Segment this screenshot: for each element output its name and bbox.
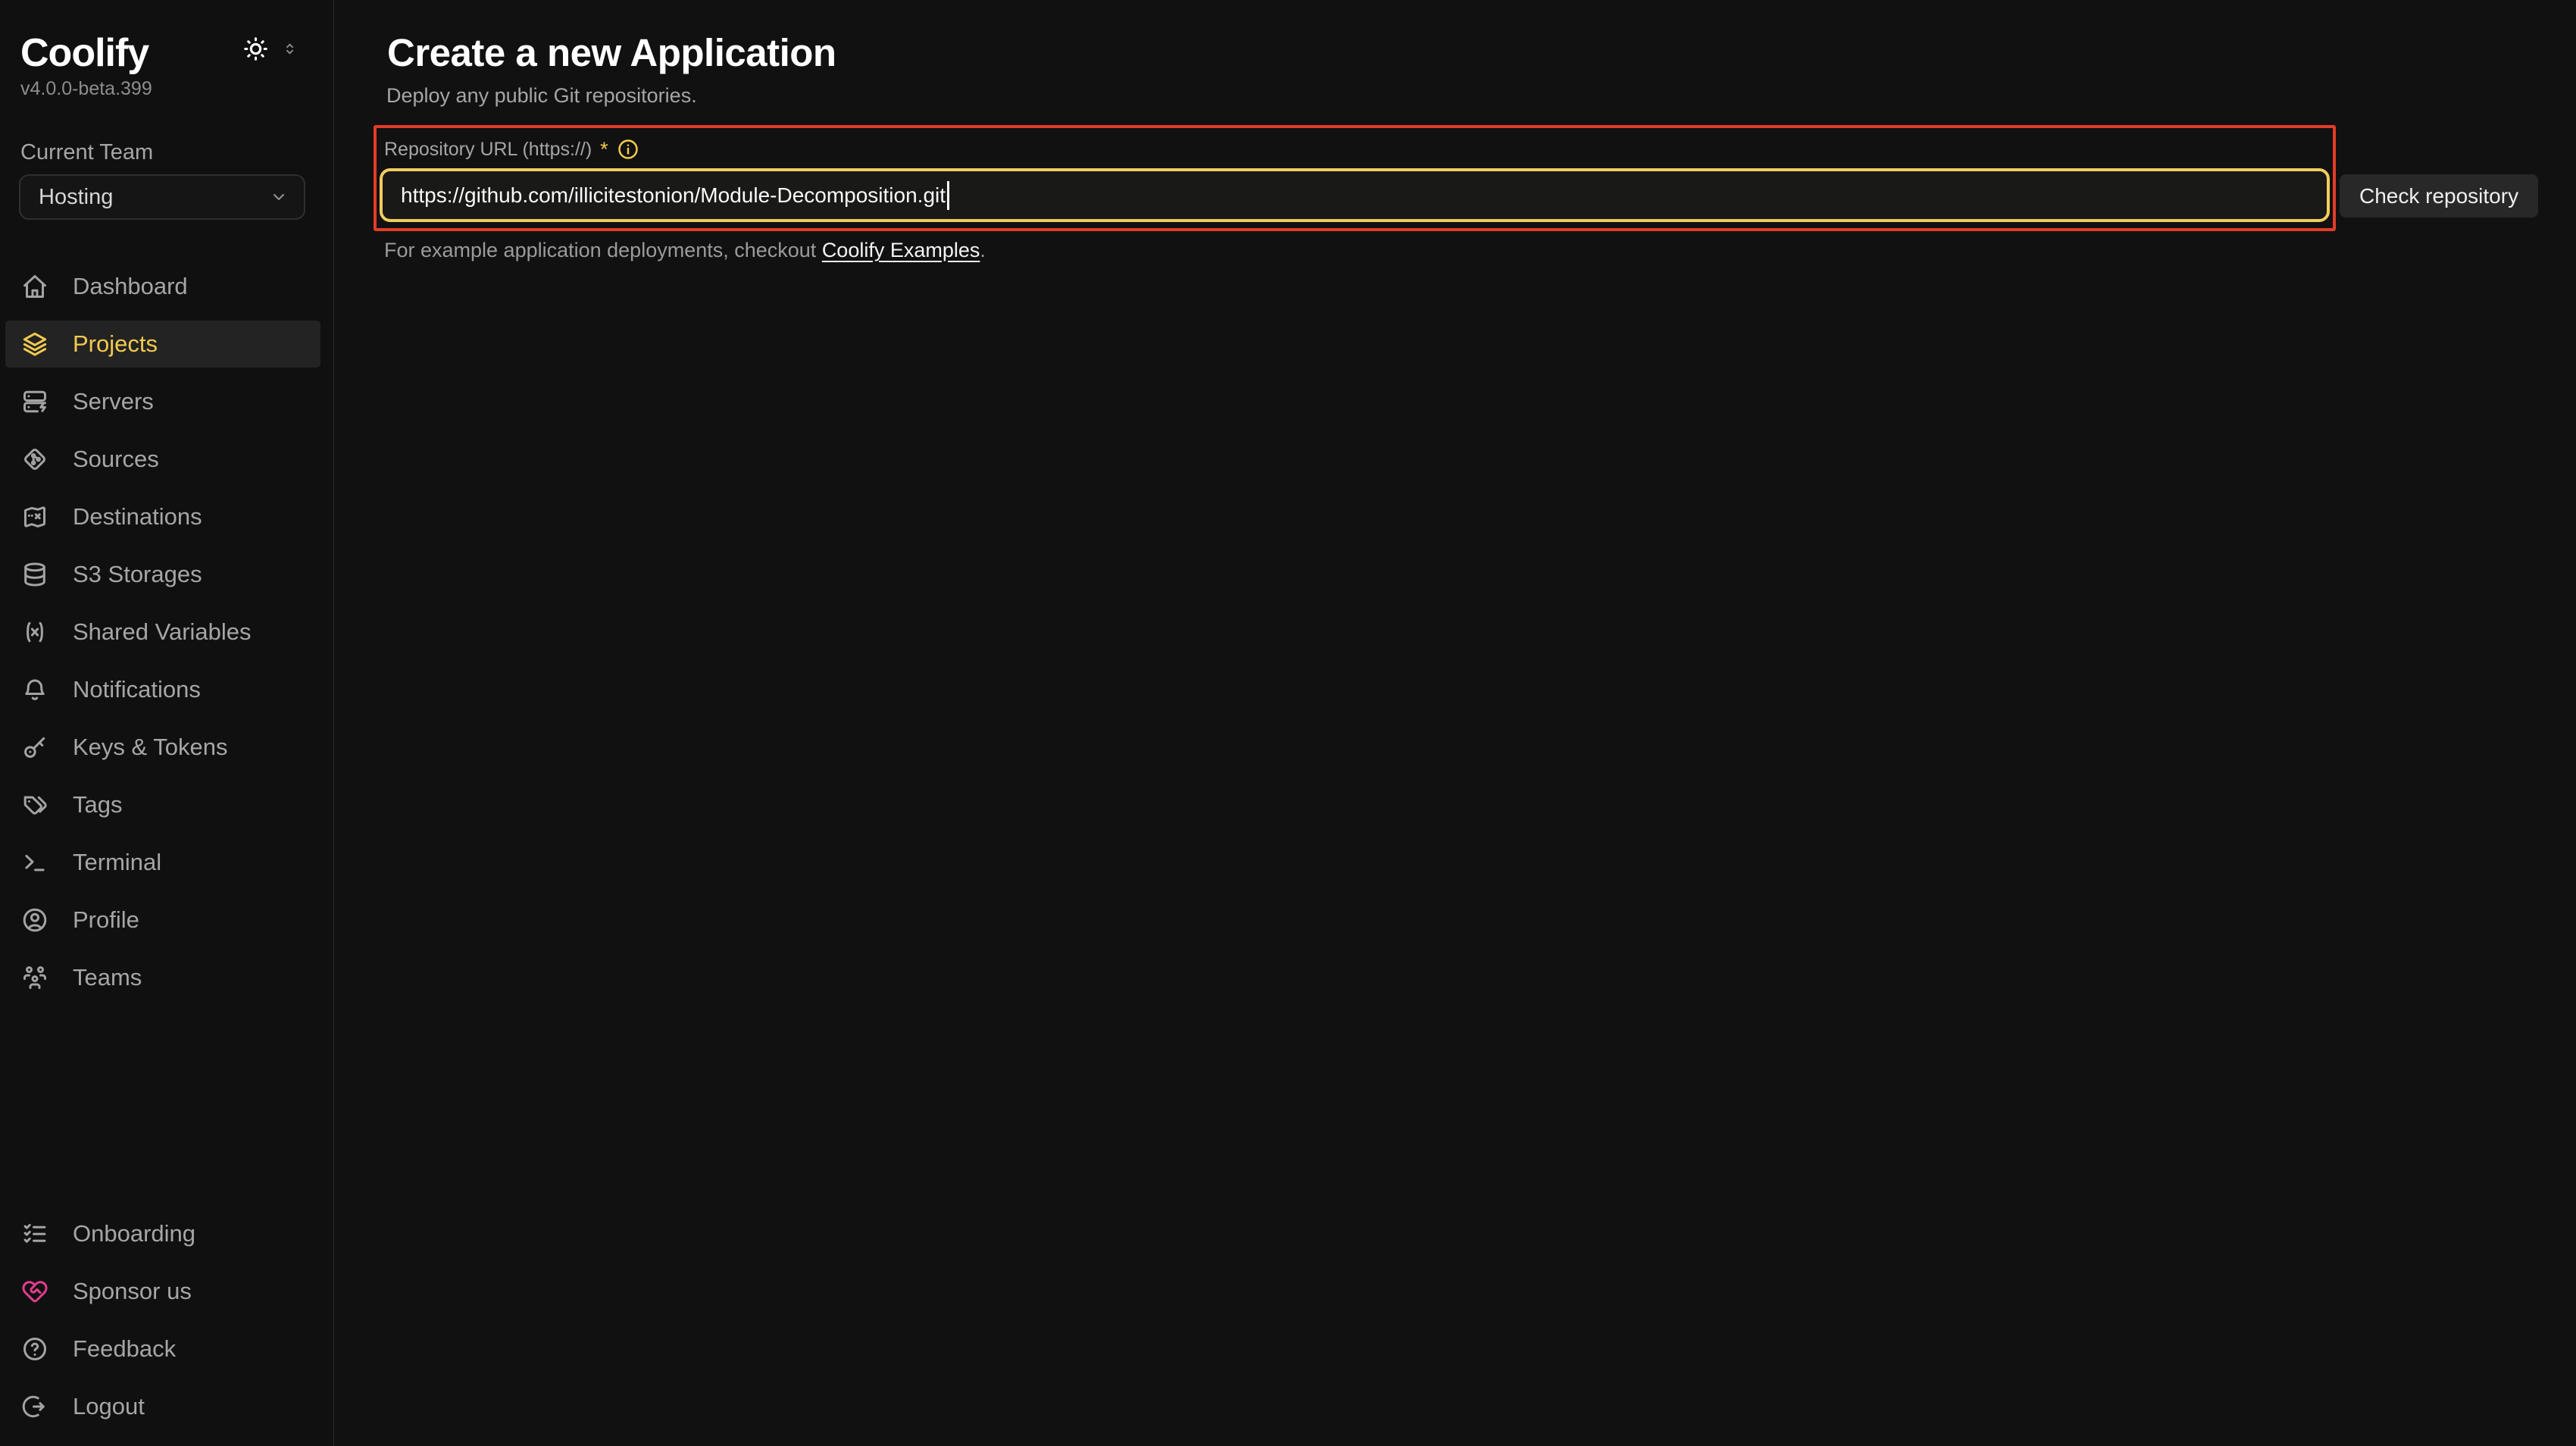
sidebar-nav: Dashboard Projects Servers: [0, 263, 333, 1001]
logout-icon: [21, 1393, 48, 1420]
page-subtitle: Deploy any public Git repositories.: [386, 84, 2576, 107]
text-caret: [947, 181, 949, 210]
repository-url-label: Repository URL (https://): [384, 137, 592, 161]
onboarding-highlight-box: Repository URL (https://) * https://gith…: [374, 125, 2336, 231]
sidebar-item-s3-storages[interactable]: S3 Storages: [5, 551, 320, 598]
user-circle-icon: [21, 906, 48, 934]
sidebar-item-label: Keys & Tokens: [73, 734, 227, 761]
required-marker: *: [600, 137, 608, 161]
variable-icon: [21, 618, 48, 646]
repository-url-label-row: Repository URL (https://) *: [384, 137, 2330, 161]
instance-switch-button[interactable]: [281, 40, 299, 58]
sidebar-footer-nav: Onboarding Sponsor us Feedback: [0, 1210, 333, 1441]
main-content: Create a new Application Deploy any publ…: [334, 0, 2576, 1446]
sidebar-header: Coolify: [20, 32, 299, 74]
app-logo[interactable]: Coolify: [20, 32, 148, 74]
sidebar-item-label: Destinations: [73, 503, 202, 531]
current-team-label: Current Team: [20, 139, 333, 165]
info-icon[interactable]: [617, 138, 639, 161]
sidebar-item-label: Shared Variables: [73, 618, 252, 646]
sidebar-item-label: Tags: [73, 791, 122, 818]
sidebar-item-feedback[interactable]: Feedback: [5, 1326, 320, 1372]
sidebar-item-label: Sponsor us: [73, 1278, 192, 1305]
users-group-icon: [21, 964, 48, 991]
sidebar-header-icons: [242, 35, 299, 63]
theme-toggle-button[interactable]: [242, 35, 270, 63]
sidebar-item-sources[interactable]: Sources: [5, 436, 320, 483]
sidebar-item-label: Projects: [73, 330, 158, 358]
sidebar-item-label: Servers: [73, 388, 154, 415]
sidebar-item-logout[interactable]: Logout: [5, 1383, 320, 1430]
sidebar-item-teams[interactable]: Teams: [5, 954, 320, 1001]
sidebar-item-label: Logout: [73, 1393, 145, 1420]
sidebar-item-label: S3 Storages: [73, 561, 202, 588]
sidebar-item-label: Sources: [73, 446, 159, 473]
git-diamond-icon: [21, 446, 48, 473]
chevron-down-icon: [269, 187, 289, 207]
unfold-icon: [281, 40, 299, 58]
sidebar-item-projects[interactable]: Projects: [5, 321, 320, 368]
sidebar-item-label: Terminal: [73, 849, 161, 876]
repository-url-input[interactable]: https://github.com/illicitestonion/Modul…: [380, 168, 2330, 222]
help-text: For example application deployments, che…: [384, 238, 2576, 262]
sidebar-item-destinations[interactable]: Destinations: [5, 493, 320, 540]
sidebar-item-profile[interactable]: Profile: [5, 897, 320, 944]
sidebar-item-label: Teams: [73, 964, 142, 991]
key-icon: [21, 734, 48, 761]
sidebar-item-label: Profile: [73, 906, 139, 934]
map-x-icon: [21, 503, 48, 531]
sun-icon: [242, 35, 270, 63]
sidebar-item-label: Notifications: [73, 676, 201, 703]
coolify-examples-link[interactable]: Coolify Examples: [822, 239, 980, 261]
server-bolt-icon: [21, 388, 48, 415]
sidebar-item-servers[interactable]: Servers: [5, 378, 320, 425]
repository-url-value: https://github.com/illicitestonion/Modul…: [401, 183, 946, 208]
terminal-icon: [21, 849, 48, 876]
layers-icon: [21, 330, 48, 358]
sidebar-item-notifications[interactable]: Notifications: [5, 666, 320, 713]
page-title: Create a new Application: [387, 34, 2576, 72]
sidebar-item-terminal[interactable]: Terminal: [5, 839, 320, 886]
sidebar-item-sponsor-us[interactable]: Sponsor us: [5, 1268, 320, 1315]
help-circle-icon: [21, 1335, 48, 1363]
sidebar-item-dashboard[interactable]: Dashboard: [5, 263, 320, 310]
tags-icon: [21, 791, 48, 818]
sidebar-item-onboarding[interactable]: Onboarding: [5, 1210, 320, 1257]
team-select[interactable]: Hosting: [19, 174, 305, 220]
sidebar-item-label: Dashboard: [73, 273, 188, 300]
team-select-value: Hosting: [39, 185, 113, 210]
coolify-app: Coolify v4.0.0-beta.399 Current Team: [0, 0, 2576, 1446]
app-version: v4.0.0-beta.399: [20, 79, 333, 99]
checklist-icon: [21, 1220, 48, 1247]
heart-handshake-icon: [21, 1278, 48, 1305]
sidebar-item-shared-variables[interactable]: Shared Variables: [5, 609, 320, 656]
sidebar-item-label: Onboarding: [73, 1220, 195, 1247]
repository-form-row: Repository URL (https://) * https://gith…: [374, 125, 2576, 231]
database-icon: [21, 561, 48, 588]
check-repository-button[interactable]: Check repository: [2340, 174, 2538, 218]
sidebar-item-tags[interactable]: Tags: [5, 781, 320, 828]
sidebar: Coolify v4.0.0-beta.399 Current Team: [0, 0, 334, 1446]
bell-icon: [21, 676, 48, 703]
sidebar-item-label: Feedback: [73, 1335, 176, 1363]
home-icon: [21, 273, 48, 300]
sidebar-item-keys-tokens[interactable]: Keys & Tokens: [5, 724, 320, 771]
